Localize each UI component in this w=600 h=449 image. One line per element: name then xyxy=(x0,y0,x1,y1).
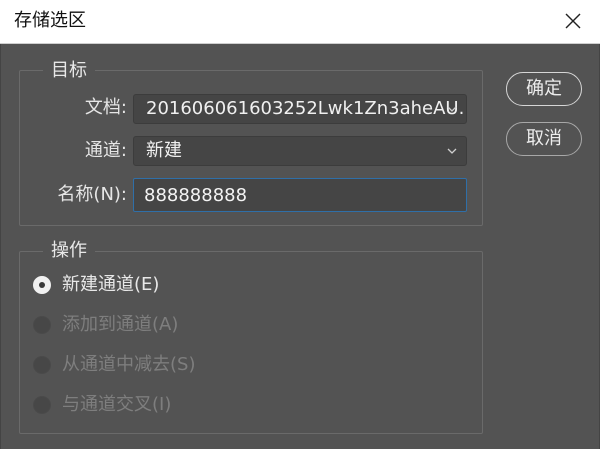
radio-button xyxy=(33,356,51,374)
radio-button[interactable] xyxy=(33,276,51,294)
close-button[interactable] xyxy=(557,8,589,36)
title-bar: 存储选区 xyxy=(0,0,600,44)
radio-button xyxy=(33,396,51,414)
radio-label: 与通道交叉(I) xyxy=(62,394,172,415)
cancel-button[interactable]: 取消 xyxy=(506,122,582,156)
target-group-legend: 目标 xyxy=(43,60,95,82)
chevron-down-icon xyxy=(447,148,457,154)
dialog-body: 目标 文档: 20160606160325​2Lwk1Zn3aheAU... 通… xyxy=(0,44,600,449)
radio-label: 添加到通道(A) xyxy=(62,314,179,335)
dialog-title: 存储选区 xyxy=(14,10,86,31)
document-select[interactable]: 20160606160325​2Lwk1Zn3aheAU... xyxy=(133,94,467,124)
close-icon xyxy=(565,13,581,29)
operation-group-legend: 操作 xyxy=(43,240,95,262)
channel-select-value: 新建 xyxy=(146,140,182,161)
name-input[interactable] xyxy=(133,178,467,212)
channel-select[interactable]: 新建 xyxy=(133,136,467,166)
document-select-value: 20160606160325​2Lwk1Zn3aheAU... xyxy=(146,98,467,119)
name-label: 名称(N): xyxy=(57,184,127,205)
document-label: 文档: xyxy=(84,97,127,118)
radio-button xyxy=(33,316,51,334)
radio-label: 新建通道(E) xyxy=(62,274,160,295)
radio-label: 从通道中减去(S) xyxy=(62,354,196,375)
channel-label: 通道: xyxy=(84,140,127,161)
chevron-down-icon xyxy=(447,106,457,112)
ok-button[interactable]: 确定 xyxy=(506,72,582,106)
